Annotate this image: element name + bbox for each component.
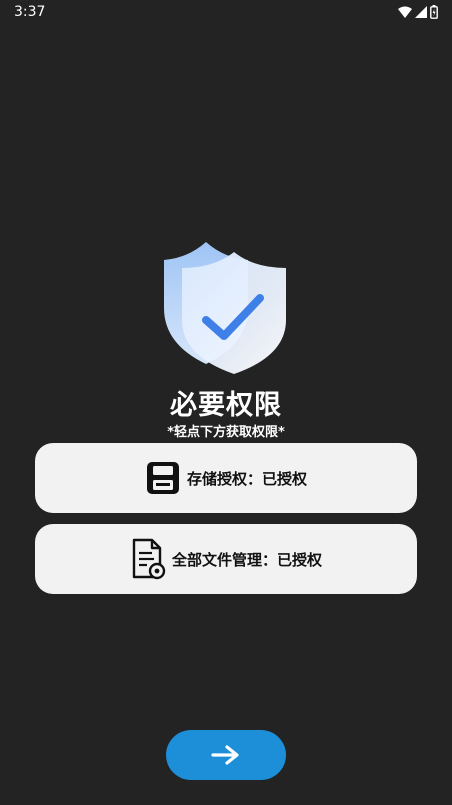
page-subtitle: *轻点下方获取权限* — [167, 425, 285, 440]
status-icons — [398, 5, 438, 19]
battery-icon — [430, 5, 438, 19]
next-button[interactable] — [166, 730, 286, 780]
file-management-permission-label: 全部文件管理：已授权 — [171, 550, 322, 569]
signal-icon — [415, 6, 427, 18]
wifi-icon — [398, 6, 412, 18]
floppy-disk-icon — [145, 460, 181, 496]
status-bar: 3:37 — [0, 0, 452, 26]
file-management-permission-card[interactable]: 全部文件管理：已授权 — [35, 524, 417, 594]
shield-check-icon — [160, 238, 292, 378]
file-settings-icon — [130, 537, 166, 581]
arrow-right-icon — [211, 745, 239, 765]
status-time: 3:37 — [14, 4, 46, 20]
storage-permission-label: 存储授权：已授权 — [186, 469, 307, 488]
page-title: 必要权限 — [170, 390, 282, 421]
storage-permission-card[interactable]: 存储授权：已授权 — [35, 443, 417, 513]
